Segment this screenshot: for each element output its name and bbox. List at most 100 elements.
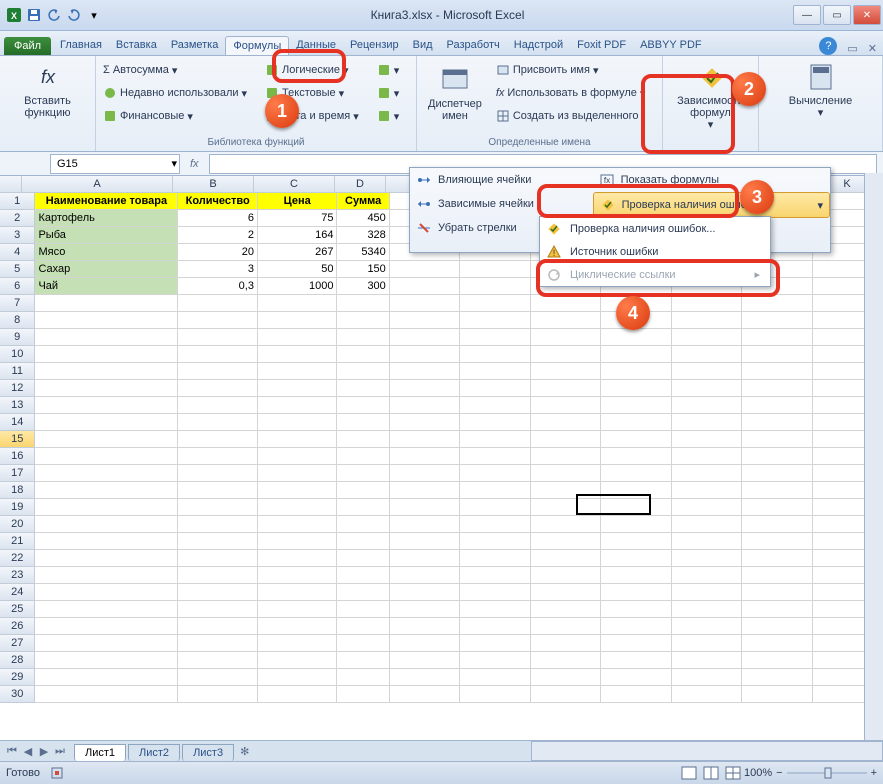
cell[interactable] (35, 482, 178, 499)
row-header[interactable]: 29 (0, 669, 35, 686)
cell[interactable] (460, 397, 530, 414)
cell[interactable] (178, 329, 258, 346)
trace-dependents[interactable]: Зависимые ячейки (410, 192, 593, 216)
cell[interactable] (258, 635, 338, 652)
cell[interactable] (460, 346, 530, 363)
cell[interactable] (35, 584, 178, 601)
cell[interactable] (531, 516, 601, 533)
cell[interactable]: 450 (337, 210, 389, 227)
cell[interactable] (601, 652, 671, 669)
cell[interactable] (742, 533, 812, 550)
cell[interactable] (337, 601, 389, 618)
cell[interactable] (531, 346, 601, 363)
cell[interactable]: 5340 (337, 244, 389, 261)
error-source-item[interactable]: ! Источник ошибки (540, 240, 770, 263)
cell[interactable] (35, 363, 178, 380)
cell[interactable] (460, 312, 530, 329)
cell[interactable] (672, 686, 742, 703)
row-header[interactable]: 1 (0, 193, 35, 210)
cell[interactable] (178, 482, 258, 499)
create-from-selection-button[interactable]: Создать из выделенного (494, 105, 648, 127)
logical-button[interactable]: Логические▾ (263, 59, 361, 81)
cell[interactable] (601, 533, 671, 550)
cell[interactable]: 1000 (258, 278, 338, 295)
cell[interactable] (35, 414, 178, 431)
fx-label-icon[interactable]: fx (180, 158, 209, 170)
cell[interactable] (672, 295, 742, 312)
row-header[interactable]: 19 (0, 499, 35, 516)
cell[interactable] (337, 295, 389, 312)
column-header[interactable]: A (22, 176, 173, 193)
cell[interactable] (672, 584, 742, 601)
horizontal-scrollbar[interactable] (531, 741, 883, 761)
cell[interactable]: 0,3 (178, 278, 258, 295)
cell[interactable] (531, 448, 601, 465)
cell[interactable] (390, 261, 460, 278)
cell[interactable] (531, 567, 601, 584)
cell[interactable] (742, 601, 812, 618)
row-header[interactable]: 30 (0, 686, 35, 703)
cell[interactable] (35, 652, 178, 669)
name-manager-button[interactable]: Диспетчер имен (422, 59, 488, 127)
cell[interactable] (337, 363, 389, 380)
cell[interactable] (460, 652, 530, 669)
more-funcs-1[interactable]: ▾ (375, 59, 402, 81)
cell[interactable] (601, 414, 671, 431)
column-header[interactable]: C (254, 176, 335, 193)
cell[interactable] (672, 550, 742, 567)
cell[interactable] (337, 618, 389, 635)
cell[interactable] (35, 397, 178, 414)
row-header[interactable]: 4 (0, 244, 35, 261)
cell[interactable] (601, 431, 671, 448)
sheet-tab[interactable]: Лист3 (182, 744, 234, 761)
row-header[interactable]: 11 (0, 363, 35, 380)
nav-first-icon[interactable]: ⏮ (4, 745, 20, 758)
row-header[interactable]: 24 (0, 584, 35, 601)
row-header[interactable]: 10 (0, 346, 35, 363)
cell[interactable] (601, 363, 671, 380)
cell[interactable] (178, 550, 258, 567)
insert-function-button[interactable]: fx Вставить функцию (5, 59, 90, 121)
cell[interactable] (258, 482, 338, 499)
cell[interactable]: 2 (178, 227, 258, 244)
cell[interactable] (337, 312, 389, 329)
cell[interactable] (35, 295, 178, 312)
cell[interactable] (672, 567, 742, 584)
row-header[interactable]: 21 (0, 533, 35, 550)
cell[interactable] (460, 295, 530, 312)
cell[interactable] (35, 431, 178, 448)
cell[interactable] (460, 465, 530, 482)
cell[interactable] (531, 601, 601, 618)
cell[interactable] (390, 278, 460, 295)
cell[interactable] (337, 329, 389, 346)
more-funcs-3[interactable]: ▾ (375, 105, 402, 127)
cell[interactable] (337, 465, 389, 482)
cell[interactable] (672, 380, 742, 397)
cell[interactable] (337, 550, 389, 567)
row-header[interactable]: 23 (0, 567, 35, 584)
cell[interactable] (460, 414, 530, 431)
tab-file[interactable]: Файл (4, 37, 51, 55)
row-header[interactable]: 13 (0, 397, 35, 414)
cell[interactable] (390, 601, 460, 618)
tab-надстрой[interactable]: Надстрой (507, 36, 570, 55)
cell[interactable]: 75 (258, 210, 338, 227)
cell[interactable] (390, 312, 460, 329)
cell[interactable] (672, 346, 742, 363)
recent-button[interactable]: Недавно использовали▾ (101, 82, 249, 104)
cell[interactable] (460, 584, 530, 601)
cell[interactable] (601, 465, 671, 482)
cell[interactable] (35, 618, 178, 635)
cell[interactable] (601, 516, 671, 533)
cell[interactable] (178, 686, 258, 703)
row-header[interactable]: 22 (0, 550, 35, 567)
row-header[interactable]: 15 (0, 431, 35, 448)
cell[interactable] (672, 414, 742, 431)
cell[interactable] (460, 618, 530, 635)
cell[interactable] (601, 635, 671, 652)
row-header[interactable]: 27 (0, 635, 35, 652)
cell[interactable] (178, 499, 258, 516)
row-header[interactable]: 3 (0, 227, 35, 244)
cell[interactable] (337, 584, 389, 601)
cell[interactable] (337, 686, 389, 703)
